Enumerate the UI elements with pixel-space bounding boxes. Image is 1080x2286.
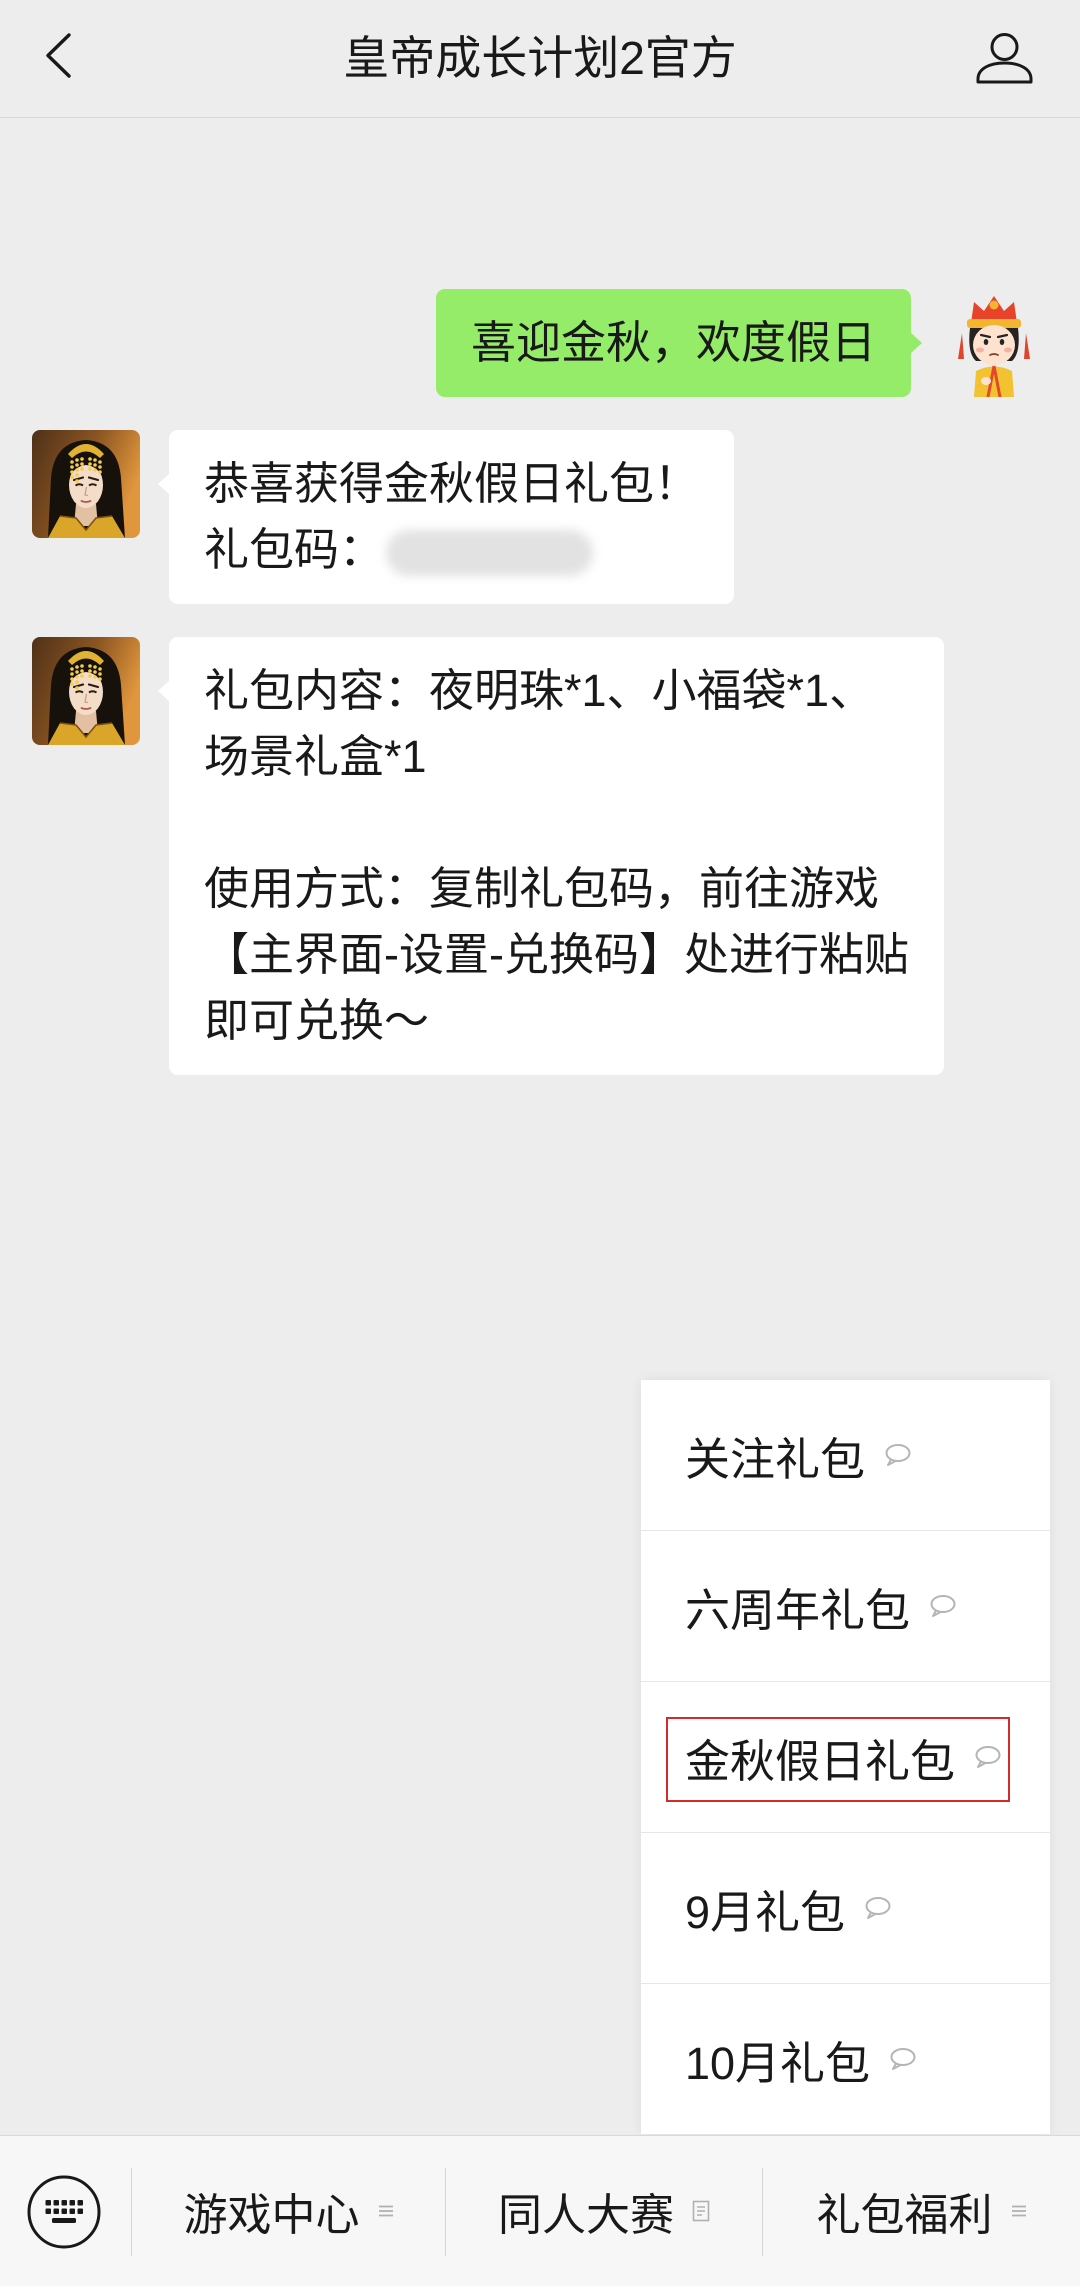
menu-item-game-center[interactable]: 游戏中心: [132, 2136, 445, 2286]
profile-button[interactable]: [972, 24, 1038, 90]
cartoon-emperor-avatar: [958, 296, 1030, 397]
message-text: 礼包内容：夜明珠*1、小福袋*1、: [204, 665, 875, 716]
chat-title: 皇帝成长计划2官方: [343, 32, 737, 84]
submenu-item-september-gift[interactable]: 9月礼包: [641, 1832, 1050, 1983]
submenu-popup: 关注礼包 六周年礼包 金秋假日礼包 9月礼包 10月礼包: [641, 1380, 1050, 2134]
menu-item-gift-benefits[interactable]: 礼包福利: [763, 2136, 1080, 2286]
document-icon: [692, 2200, 710, 2222]
message-text: 礼包码：: [204, 524, 385, 575]
game-character-avatar: [32, 430, 140, 538]
bottom-menu-bar: 游戏中心 同人大赛 礼包福利: [0, 2135, 1080, 2286]
submenu-item-october-gift[interactable]: 10月礼包: [641, 1983, 1050, 2134]
menu-item-label: 游戏中心: [183, 2191, 360, 2240]
message-text: 场景礼盒*1: [204, 731, 427, 782]
bubble-tail: [158, 473, 170, 495]
redacted-gift-code: [386, 530, 594, 577]
message-bubble[interactable]: 恭喜获得金秋假日礼包！ 礼包码：: [158, 430, 735, 604]
message-text: 【主界面-设置-兑换码】处进行粘贴: [204, 929, 909, 980]
keyboard-toggle-button[interactable]: [26, 2174, 102, 2250]
submenu-item-label: 9月礼包: [685, 1886, 846, 1938]
keyboard-icon: [27, 2175, 101, 2249]
submenu-item-follow-gift[interactable]: 关注礼包: [641, 1380, 1050, 1530]
message-paragraph: 礼包内容：夜明珠*1、小福袋*1、 场景礼盒*1: [204, 658, 909, 790]
bubble-tail: [910, 332, 922, 354]
chat-bubble-icon: [885, 1444, 911, 1466]
chevron-left-icon: [46, 33, 71, 78]
chat-bubble-icon: [865, 1897, 891, 1919]
back-button[interactable]: [28, 22, 100, 94]
highlight-box: [666, 1717, 1010, 1802]
chat-bubble-icon: [930, 1595, 956, 1617]
message-text: 喜迎金秋，欢度假日: [470, 317, 876, 368]
menu-lines-icon: [378, 2205, 393, 2217]
chat-bubble-icon: [890, 2048, 916, 2070]
menu-lines-icon: [1011, 2205, 1026, 2217]
official-account-avatar[interactable]: [32, 430, 140, 538]
submenu-item-label: 关注礼包: [685, 1433, 866, 1485]
official-account-avatar[interactable]: [32, 637, 140, 745]
message-text: 恭喜获得金秋假日礼包！: [204, 458, 700, 509]
submenu-item-sixth-anniversary-gift[interactable]: 六周年礼包: [641, 1530, 1050, 1681]
message-text: 使用方式：复制礼包码，前往游戏: [204, 863, 880, 914]
person-icon: [976, 33, 1033, 84]
game-character-avatar: [32, 637, 140, 745]
submenu-item-label: 10月礼包: [685, 2037, 871, 2089]
message-text: 即可兑换～: [204, 995, 430, 1046]
nav-bar: 皇帝成长计划2官方: [0, 0, 1080, 118]
menu-item-fan-contest[interactable]: 同人大赛: [446, 2136, 762, 2286]
user-avatar[interactable]: [940, 289, 1048, 397]
message-bubble[interactable]: 喜迎金秋，欢度假日: [435, 289, 922, 397]
bubble-tail: [158, 680, 170, 702]
submenu-item-label: 六周年礼包: [685, 1584, 911, 1636]
message-paragraph: 使用方式：复制礼包码，前往游戏 【主界面-设置-兑换码】处进行粘贴 即可兑换～: [204, 856, 909, 1054]
menu-item-label: 同人大赛: [498, 2191, 674, 2240]
message-bubble[interactable]: 礼包内容：夜明珠*1、小福袋*1、 场景礼盒*1 使用方式：复制礼包码，前往游戏…: [158, 637, 944, 1075]
menu-item-label: 礼包福利: [816, 2191, 993, 2240]
submenu-item-autumn-holiday-gift[interactable]: 金秋假日礼包: [641, 1681, 1050, 1832]
gift-code-line: 礼包码：: [204, 517, 699, 583]
